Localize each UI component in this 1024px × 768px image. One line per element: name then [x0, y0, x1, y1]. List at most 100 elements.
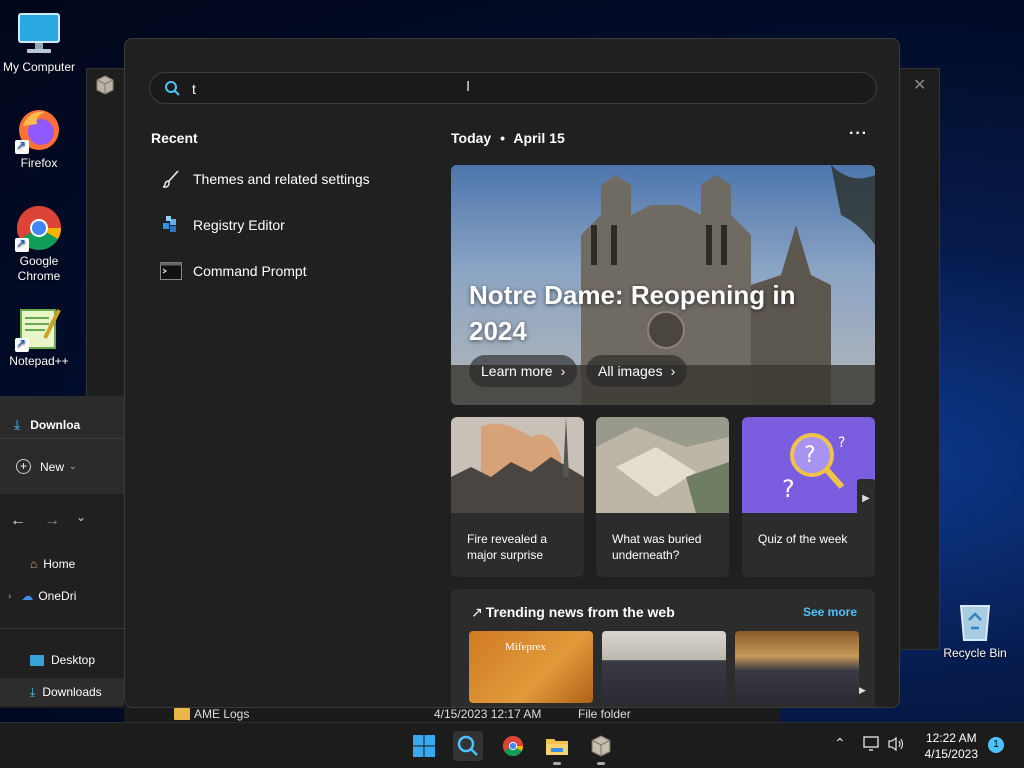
nav-item-home[interactable]: ⌂ Home — [30, 557, 75, 571]
see-more-link[interactable]: See more — [803, 605, 857, 619]
taskbar-explorer-button[interactable] — [542, 731, 572, 761]
recent-item-registry[interactable]: Registry Editor — [159, 210, 285, 240]
volume-icon[interactable] — [887, 736, 905, 757]
folder-icon — [174, 708, 190, 720]
notification-badge[interactable]: 1 — [988, 737, 1004, 753]
svg-text:?: ? — [804, 443, 816, 468]
start-button[interactable] — [409, 731, 439, 761]
quiz-image: ? ? ? — [742, 417, 875, 513]
desktop-icon-label: Recycle Bin — [943, 646, 1007, 660]
desktop-icon-recycle-bin[interactable]: Recycle Bin — [937, 596, 1013, 660]
desktop-icon-chrome[interactable]: Google Chrome — [1, 204, 77, 284]
nav-item-desktop[interactable]: Desktop — [30, 653, 95, 667]
chevron-up-icon[interactable]: ⌃ — [834, 735, 846, 752]
recent-dropdown[interactable]: ⌄ — [76, 510, 86, 524]
desktop-icon-label: Firefox — [20, 156, 58, 170]
tab-underline — [0, 438, 124, 439]
search-flyout: I Recent Themes and related settings Reg… — [124, 38, 900, 708]
nav-item-onedrive[interactable]: › ☁ OneDri — [8, 589, 76, 603]
registry-icon — [159, 213, 183, 237]
desktop-icon-label: Notepad++ — [9, 354, 69, 368]
shortcut-arrow-icon — [15, 138, 29, 154]
card-fire-surprise[interactable]: Fire revealed a major surprise — [451, 417, 584, 577]
carousel-next-button[interactable]: ▶ — [857, 479, 875, 517]
all-images-button[interactable]: All images › — [586, 355, 688, 387]
shortcut-arrow-icon — [15, 236, 29, 252]
desktop-icon-my-computer[interactable]: My Computer — [1, 10, 77, 74]
trending-up-icon: ↗ — [471, 604, 483, 620]
search-icon — [457, 735, 478, 756]
trending-thumb-2[interactable] — [602, 631, 726, 703]
recent-item-cmd[interactable]: Command Prompt — [159, 256, 307, 286]
chevron-right-icon: › — [670, 363, 676, 379]
fire-image — [451, 417, 584, 513]
text-cursor-icon: I — [466, 78, 471, 95]
running-indicator — [597, 762, 605, 765]
chevron-down-icon: ⌄ — [69, 461, 77, 471]
trending-thumb-1[interactable]: Mifeprex — [469, 631, 593, 703]
taskbar-search-button[interactable] — [453, 731, 483, 761]
app-cube-icon — [591, 735, 611, 757]
clock[interactable]: 12:22 AM 4/15/2023 — [925, 730, 978, 762]
folder-icon — [546, 739, 568, 755]
chrome-icon — [15, 204, 63, 252]
desktop-icon-firefox[interactable]: Firefox — [1, 106, 77, 170]
svg-text:?: ? — [838, 435, 845, 451]
chevron-right-icon: › — [560, 363, 566, 379]
explorer-toolbar — [0, 396, 124, 494]
search-icon — [164, 80, 180, 101]
plus-circle-icon: + — [16, 459, 31, 474]
recent-heading: Recent — [151, 130, 198, 146]
home-icon: ⌂ — [30, 557, 38, 571]
running-indicator — [553, 762, 561, 765]
nav-divider — [0, 628, 124, 629]
taskbar: ⌃ 12:22 AM 4/15/2023 1 — [0, 722, 1024, 768]
svg-text:?: ? — [782, 475, 795, 503]
close-icon[interactable]: ✕ — [913, 75, 926, 95]
desktop-icon-notepadpp[interactable]: Notepad++ — [1, 304, 77, 368]
card-caption: What was buried underneath? — [612, 532, 702, 562]
firefox-icon — [15, 106, 63, 154]
learn-more-button[interactable]: Learn more › — [469, 355, 578, 387]
cmd-icon — [159, 259, 183, 283]
download-tab[interactable]: ⤓ Downloa — [14, 416, 80, 433]
hero-card-notre-dame[interactable]: Notre Dame: Reopening in 2024 Learn more… — [451, 165, 875, 405]
app-cube-icon — [95, 75, 115, 100]
card-quiz-week[interactable]: ? ? ? Quiz of the week — [742, 417, 875, 577]
hero-title: Notre Dame: Reopening in 2024 — [469, 280, 796, 346]
desktop-icon-label: Google Chrome — [17, 254, 61, 283]
download-icon: ⤓ — [30, 684, 36, 699]
chrome-icon — [502, 735, 524, 757]
chevron-right-icon: › — [8, 590, 12, 602]
search-input[interactable] — [192, 79, 792, 99]
card-caption: Quiz of the week — [758, 532, 848, 546]
recent-item-themes[interactable]: Themes and related settings — [159, 164, 370, 194]
forward-button[interactable]: → — [44, 512, 60, 530]
trending-heading: ↗ Trending news from the web — [471, 604, 675, 620]
today-heading: Today • April 15 — [451, 130, 565, 146]
trending-next-button[interactable]: ▶ — [859, 685, 866, 696]
taskbar-chrome-button[interactable] — [498, 731, 528, 761]
network-icon[interactable] — [863, 736, 881, 757]
windows-logo-icon — [413, 735, 435, 757]
back-button[interactable]: ← — [10, 512, 26, 530]
cloud-icon: ☁ — [21, 589, 34, 603]
file-list-row[interactable]: AME Logs 4/15/2023 12:17 AM File folder — [124, 706, 780, 722]
more-options-button[interactable]: ··· — [849, 125, 868, 143]
card-caption: Fire revealed a major surprise — [467, 532, 548, 562]
card-buried-underneath[interactable]: What was buried underneath? — [596, 417, 729, 577]
new-button[interactable]: + New ⌄ — [16, 459, 77, 474]
brush-icon — [159, 167, 183, 191]
taskbar-app-button[interactable] — [586, 731, 616, 761]
desktop-folder-icon — [30, 654, 44, 666]
trending-thumb-3[interactable] — [735, 631, 859, 703]
shortcut-arrow-icon — [15, 336, 29, 352]
download-icon: ⤓ — [14, 416, 21, 432]
aerial-city-image — [596, 417, 729, 513]
desktop-icon-label: My Computer — [2, 60, 76, 74]
recycle-bin-icon — [951, 596, 999, 644]
trending-news-panel: ↗ Trending news from the web See more Mif… — [451, 589, 875, 707]
nav-item-downloads[interactable]: ⤓ Downloads — [0, 678, 124, 706]
search-box[interactable]: I — [149, 72, 877, 104]
monitor-icon — [15, 10, 63, 58]
